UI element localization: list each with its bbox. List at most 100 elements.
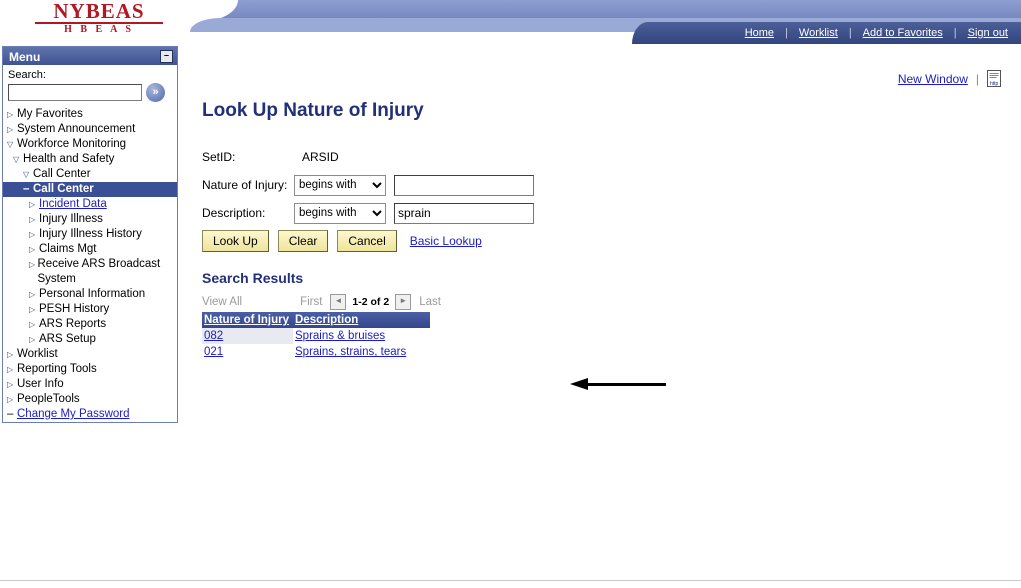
- column-header-description[interactable]: Description: [293, 312, 430, 328]
- cell-description: Sprains & bruises: [293, 328, 430, 344]
- description-link[interactable]: Sprains & bruises: [295, 330, 385, 342]
- sidebar-item-ars-setup[interactable]: ARS Setup: [3, 332, 177, 347]
- menu-search-row: »: [3, 83, 177, 107]
- menu-search-input[interactable]: [8, 84, 142, 101]
- sidebar-item-system-announcement[interactable]: System Announcement: [3, 122, 177, 137]
- nav-home[interactable]: Home: [734, 27, 785, 39]
- look-up-button[interactable]: Look Up: [202, 230, 269, 252]
- chevron-right-icon: [7, 377, 17, 392]
- last-link[interactable]: Last: [419, 296, 441, 308]
- cell-description: Sprains, strains, tears: [293, 344, 430, 360]
- sidebar-item-label: Workforce Monitoring: [17, 138, 127, 150]
- chevron-right-icon: [7, 122, 17, 137]
- cell-nature-of-injury: 082: [202, 328, 293, 344]
- table-header-row: Nature of Injury Description: [202, 312, 430, 328]
- sidebar-item-label: PeopleTools: [17, 393, 80, 405]
- description-operator-select[interactable]: begins withcontains=not =<<=>>=: [294, 202, 386, 224]
- sidebar-item-label: Worklist: [17, 348, 58, 360]
- sidebar-item-ars-reports[interactable]: ARS Reports: [3, 317, 177, 332]
- sidebar-item-label: Call Center: [33, 168, 91, 180]
- sidebar-item-injury-illness-history[interactable]: Injury Illness History: [3, 227, 177, 242]
- sidebar-item-label: Change My Password: [17, 408, 130, 420]
- svg-text:http: http: [990, 81, 999, 87]
- new-window-toolbar: New Window | http: [898, 70, 1003, 88]
- sidebar-item-label: User Info: [17, 378, 64, 390]
- next-page-icon[interactable]: ►: [395, 294, 412, 310]
- basic-lookup-link[interactable]: Basic Lookup: [410, 234, 482, 248]
- main-content: New Window | http Look Up Nature of Inju…: [178, 44, 1021, 588]
- nature-of-injury-input[interactable]: [394, 174, 534, 196]
- cancel-button[interactable]: Cancel: [337, 230, 397, 252]
- sidebar-item-label: Health and Safety: [23, 153, 115, 165]
- sidebar-item-receive-ars-broadcast-system[interactable]: Receive ARS Broadcast System: [3, 257, 177, 287]
- nature-of-injury-code-link[interactable]: 021: [204, 346, 223, 358]
- nature-of-injury-code-link[interactable]: 082: [204, 330, 223, 342]
- view-all-link[interactable]: View All: [202, 296, 242, 308]
- table-row[interactable]: 082 Sprains & bruises: [202, 328, 430, 344]
- clear-button[interactable]: Clear: [277, 230, 329, 252]
- sidebar-item-label: Incident Data: [39, 198, 107, 210]
- sidebar-item-call-center[interactable]: Call Center: [3, 167, 177, 182]
- sidebar-item-worklist[interactable]: Worklist: [3, 347, 177, 362]
- column-header-nature-of-injury[interactable]: Nature of Injury: [202, 312, 293, 328]
- sidebar-item-label: Injury Illness History: [39, 228, 142, 240]
- nybeas-logo: NYBEAS H B E A S: [24, 0, 174, 35]
- chevron-right-icon: [7, 392, 17, 407]
- sidebar-item-user-info[interactable]: User Info: [3, 377, 177, 392]
- chevron-right-icon: [29, 212, 39, 227]
- sidebar-item-label: ARS Setup: [39, 333, 96, 345]
- sidebar-item-label: System Announcement: [17, 123, 136, 135]
- setid-row: SetID: ARSID: [202, 144, 562, 170]
- menu-dash-icon: –: [23, 183, 30, 195]
- sidebar-item-label: Claims Mgt: [39, 243, 97, 255]
- chevron-right-icon: [29, 227, 39, 242]
- nature-of-injury-operator-select[interactable]: begins withcontains=not =<<=>>=: [294, 174, 386, 196]
- http-icon[interactable]: http: [987, 70, 1003, 88]
- nav-worklist[interactable]: Worklist: [788, 27, 849, 39]
- header-nav: Home | Worklist | Add to Favorites | Sig…: [632, 22, 1021, 44]
- chevron-right-icon: [7, 362, 17, 377]
- sidebar-item-reporting-tools[interactable]: Reporting Tools: [3, 362, 177, 377]
- chevron-down-icon: [23, 167, 33, 182]
- new-window-link[interactable]: New Window: [898, 72, 968, 86]
- nav-sign-out[interactable]: Sign out: [957, 27, 1019, 39]
- sidebar-item-health-and-safety[interactable]: Health and Safety: [3, 152, 177, 167]
- sidebar-item-claims-mgt[interactable]: Claims Mgt: [3, 242, 177, 257]
- sidebar-item-label: ARS Reports: [39, 318, 107, 330]
- search-form: SetID: ARSID Nature of Injury: begins wi…: [202, 144, 562, 228]
- first-link[interactable]: First: [300, 296, 322, 308]
- table-row[interactable]: 021 Sprains, strains, tears: [202, 344, 430, 360]
- arrow-head: [570, 378, 588, 390]
- sidebar-item-personal-information[interactable]: Personal Information: [3, 287, 177, 302]
- nav-add-to-favorites[interactable]: Add to Favorites: [852, 27, 954, 39]
- chevron-right-icon: [29, 197, 39, 212]
- description-link[interactable]: Sprains, strains, tears: [295, 346, 406, 358]
- sidebar-item-workforce-monitoring[interactable]: Workforce Monitoring: [3, 137, 177, 152]
- sidebar-item-incident-data[interactable]: Incident Data: [3, 197, 177, 212]
- chevron-right-icon: [29, 302, 39, 317]
- chevron-right-icon: [29, 287, 39, 302]
- logo-text: NYBEAS: [53, 0, 145, 23]
- sidebar-item-my-favorites[interactable]: My Favorites: [3, 107, 177, 122]
- collapse-icon[interactable]: –: [160, 50, 173, 63]
- sidebar-item-injury-illness[interactable]: Injury Illness: [3, 212, 177, 227]
- chevron-right-icon: [29, 242, 39, 257]
- page-title: Look Up Nature of Injury: [202, 100, 424, 121]
- sidebar-item-label: Reporting Tools: [17, 363, 97, 375]
- sidebar-item-label: Call Center: [33, 183, 94, 195]
- sidebar-item-pesh-history[interactable]: PESH History: [3, 302, 177, 317]
- description-input[interactable]: [394, 202, 534, 224]
- sidebar-item-label: PESH History: [39, 303, 110, 315]
- sidebar-item-change-my-password[interactable]: – Change My Password: [3, 407, 177, 422]
- nature-of-injury-row: Nature of Injury: begins withcontains=no…: [202, 172, 562, 198]
- arrow-shaft: [586, 383, 666, 386]
- sidebar-item-call-center[interactable]: – Call Center: [3, 182, 177, 197]
- previous-page-icon[interactable]: ◄: [330, 294, 347, 310]
- sidebar-item-peopletools[interactable]: PeopleTools: [3, 392, 177, 407]
- search-go-icon[interactable]: »: [146, 83, 165, 102]
- sidebar-item-label: Injury Illness: [39, 213, 103, 225]
- menu-header: Menu –: [3, 47, 177, 65]
- menu-title-label: Menu: [9, 49, 41, 64]
- results-table: Nature of Injury Description 082 Sprains …: [202, 312, 430, 360]
- search-results-title: Search Results: [202, 270, 304, 286]
